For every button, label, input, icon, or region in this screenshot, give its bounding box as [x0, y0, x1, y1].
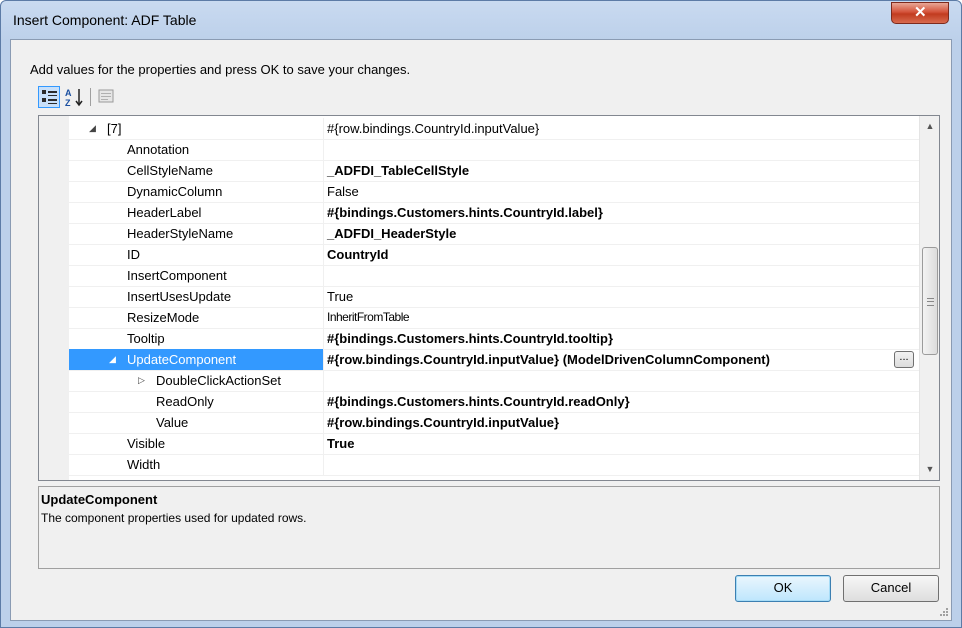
property-value[interactable]: True	[323, 433, 919, 454]
cancel-button[interactable]: Cancel	[843, 575, 939, 602]
description-title: UpdateComponent	[41, 492, 158, 507]
expand-arrow-icon[interactable]: ▷	[138, 375, 145, 386]
property-row[interactable]: HeaderStyleName _ADFDI_HeaderStyle	[39, 223, 919, 245]
ellipsis-button[interactable]: ...	[894, 351, 914, 368]
property-row[interactable]: InsertComponent	[39, 265, 919, 287]
property-row[interactable]: DynamicColumn False	[39, 181, 919, 203]
row-divider	[69, 475, 919, 476]
property-row[interactable]: Width	[39, 454, 919, 476]
collapse-arrow-icon[interactable]: ◢	[109, 354, 116, 365]
property-value[interactable]: #{bindings.Customers.hints.CountryId.lab…	[323, 202, 919, 223]
property-name[interactable]: DoubleClickActionSet	[156, 370, 281, 391]
property-pages-button[interactable]	[96, 86, 118, 108]
property-name[interactable]: CellStyleName	[127, 160, 213, 181]
scroll-up-arrow-icon[interactable]: ▲	[920, 117, 939, 135]
property-name[interactable]: InsertUsesUpdate	[127, 286, 231, 307]
instructions-text: Add values for the properties and press …	[30, 62, 411, 77]
property-row[interactable]: Annotation	[39, 139, 919, 161]
property-value[interactable]: False	[323, 181, 919, 202]
close-button[interactable]: ✕	[891, 2, 949, 24]
property-pages-icon	[98, 89, 114, 103]
grip-icon	[927, 298, 934, 306]
toolbar-separator	[90, 88, 91, 106]
property-value[interactable]	[323, 454, 919, 475]
property-row[interactable]: HeaderLabel #{bindings.Customers.hints.Co…	[39, 202, 919, 224]
property-grid: ◢ [7] #{row.bindings.CountryId.inputValue}…	[38, 115, 940, 481]
property-name[interactable]: HeaderLabel	[127, 202, 201, 223]
property-row[interactable]: CellStyleName _ADFDI_TableCellStyle	[39, 160, 919, 182]
property-value[interactable]: #{row.bindings.CountryId.inputValue}	[323, 118, 919, 139]
property-value[interactable]: CountryId	[323, 244, 919, 265]
property-name[interactable]: Annotation	[127, 139, 189, 160]
property-value[interactable]: #{row.bindings.CountryId.inputValue} (Mo…	[323, 349, 919, 370]
property-value[interactable]	[323, 265, 919, 286]
description-text: The component properties used for update…	[41, 511, 307, 525]
property-name[interactable]: InsertComponent	[127, 265, 227, 286]
property-name[interactable]: ID	[127, 244, 140, 265]
property-name[interactable]: ReadOnly	[156, 391, 214, 412]
property-name[interactable]: DynamicColumn	[127, 181, 222, 202]
property-value[interactable]	[323, 139, 919, 160]
property-row[interactable]: Visible True	[39, 433, 919, 455]
property-value[interactable]: #{bindings.Customers.hints.CountryId.too…	[323, 328, 919, 349]
property-row[interactable]: ResizeMode InheritFromTable	[39, 307, 919, 329]
property-name[interactable]: Tooltip	[127, 328, 165, 349]
description-panel: UpdateComponent The component properties…	[38, 486, 940, 569]
property-name[interactable]: Visible	[127, 433, 165, 454]
svg-text:Z: Z	[65, 98, 71, 108]
property-name[interactable]: UpdateComponent	[69, 349, 323, 370]
scrollbar-thumb[interactable]	[922, 247, 938, 355]
property-value[interactable]	[323, 370, 919, 391]
property-value[interactable]: #{bindings.Customers.hints.CountryId.rea…	[323, 391, 919, 412]
title-bar[interactable]: Insert Component: ADF Table ✕	[1, 1, 961, 39]
property-row[interactable]: ID CountryId	[39, 244, 919, 266]
property-name[interactable]: [7]	[107, 118, 121, 139]
property-value[interactable]: _ADFDI_TableCellStyle	[323, 160, 919, 181]
close-icon: ✕	[914, 4, 927, 21]
scroll-down-arrow-icon[interactable]: ▼	[920, 460, 939, 478]
vertical-scrollbar[interactable]: ▲ ▼	[919, 116, 939, 480]
property-name[interactable]: HeaderStyleName	[127, 223, 233, 244]
property-row[interactable]: Value #{row.bindings.CountryId.inputValue…	[39, 412, 919, 434]
property-name[interactable]: ResizeMode	[127, 307, 199, 328]
sort-alphabetical-icon: A Z	[65, 88, 83, 108]
ok-button[interactable]: OK	[735, 575, 831, 602]
property-row[interactable]: Tooltip #{bindings.Customers.hints.Countr…	[39, 328, 919, 350]
property-value[interactable]: #{row.bindings.CountryId.inputValue}	[323, 412, 919, 433]
alphabetical-sort-button[interactable]: A Z	[64, 86, 86, 108]
property-row[interactable]: ◢ [7] #{row.bindings.CountryId.inputValue}	[39, 118, 919, 140]
property-row[interactable]: ◢ UpdateComponent #{row.bindings.CountryId…	[39, 349, 919, 371]
property-name[interactable]: Value	[156, 412, 188, 433]
categorized-view-button[interactable]	[38, 86, 60, 108]
property-value[interactable]: True	[323, 286, 919, 307]
property-row[interactable]: ReadOnly #{bindings.Customers.hints.Count…	[39, 391, 919, 413]
window-title: Insert Component: ADF Table	[13, 12, 197, 28]
property-value[interactable]: InheritFromTable	[323, 307, 919, 328]
categorized-view-icon	[42, 90, 57, 104]
property-row[interactable]: ▷ DoubleClickActionSet	[39, 370, 919, 392]
property-row[interactable]: InsertUsesUpdate True	[39, 286, 919, 308]
collapse-arrow-icon[interactable]: ◢	[89, 123, 96, 134]
svg-text:A: A	[65, 88, 72, 98]
property-name[interactable]: Width	[127, 454, 160, 475]
resize-grip-icon[interactable]	[938, 606, 948, 616]
property-value[interactable]: _ADFDI_HeaderStyle	[323, 223, 919, 244]
